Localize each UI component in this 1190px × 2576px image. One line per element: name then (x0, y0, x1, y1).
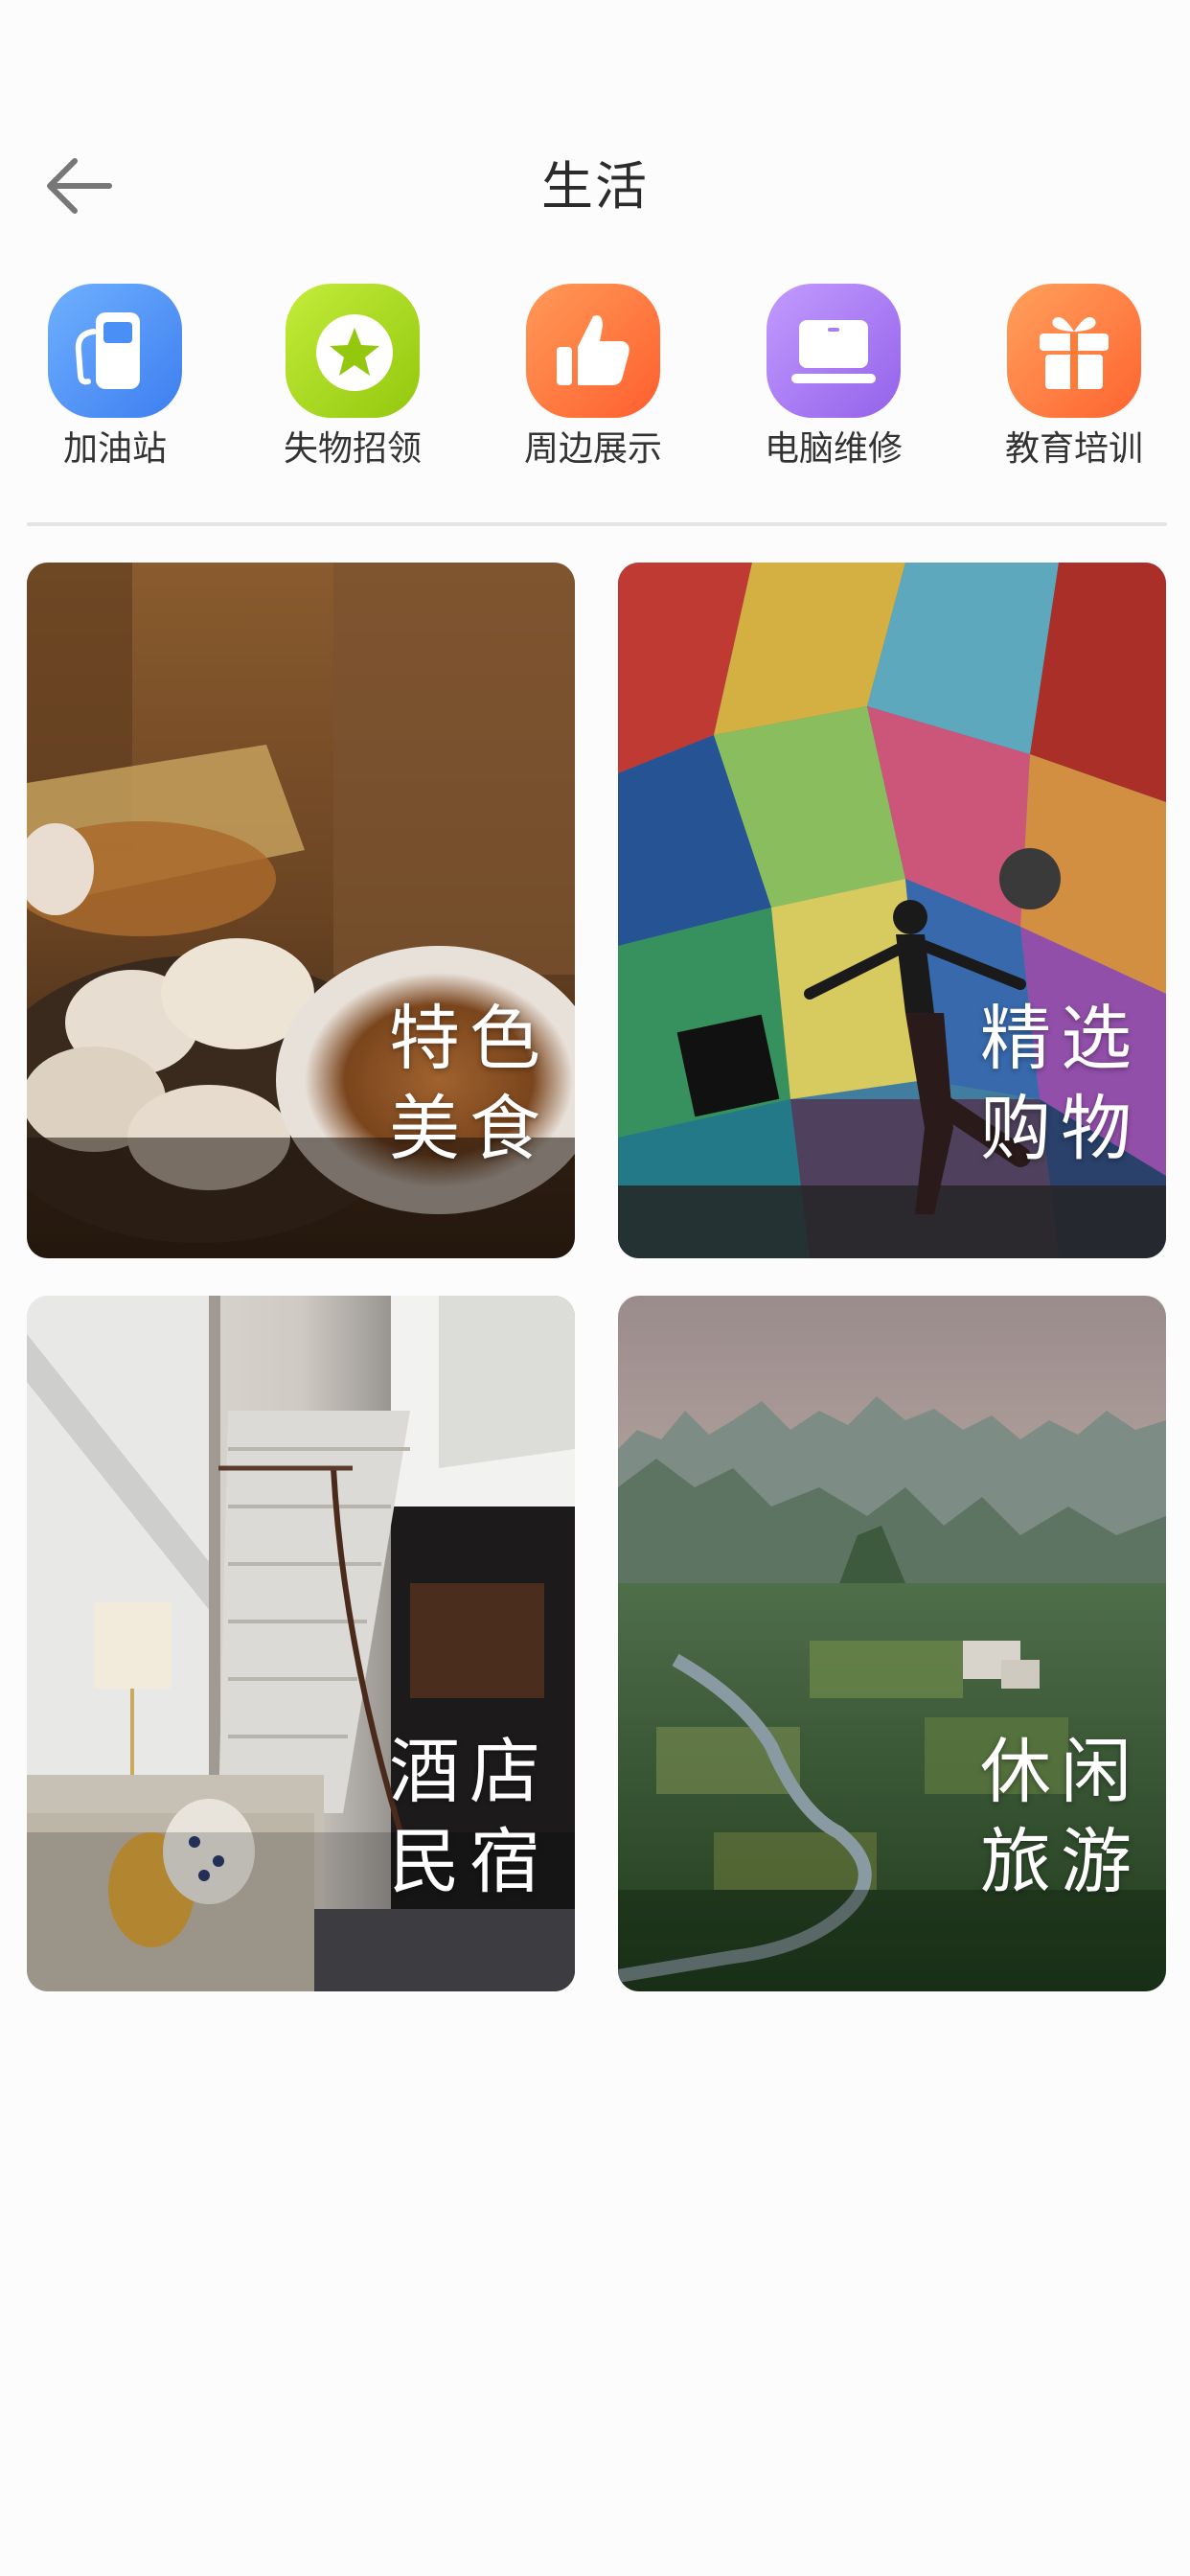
card-specialty-food[interactable]: 特色 美食 (27, 563, 575, 1258)
card-label-line2: 旅游 (980, 1821, 1141, 1903)
card-label-line1: 酒店 (389, 1731, 550, 1813)
category-label: 教育培训 (1004, 429, 1143, 469)
card-label: 休闲 旅游 (892, 1727, 1141, 1907)
divider (27, 522, 1167, 526)
card-label-line1: 特色 (389, 998, 550, 1080)
life-page: 生活 加油站 失物招领 周边展示 电脑维修 教育培训 特色 美食 精选 购物 酒… (0, 0, 1190, 2576)
category-label: 失物招领 (283, 429, 422, 469)
category-row: 加油站 失物招领 周边展示 电脑维修 教育培训 (0, 280, 1190, 491)
category-education-training[interactable]: 教育培训 (978, 280, 1170, 481)
star-badge-icon (286, 284, 420, 418)
card-label-line2: 购物 (980, 1088, 1141, 1170)
header: 生活 (0, 134, 1190, 240)
card-label: 酒店 民宿 (301, 1727, 550, 1907)
category-lost-and-found[interactable]: 失物招领 (257, 280, 448, 481)
card-label-line1: 休闲 (980, 1731, 1141, 1813)
category-nearby-showcase[interactable]: 周边展示 (497, 280, 689, 481)
category-computer-repair[interactable]: 电脑维修 (738, 280, 929, 481)
card-selected-shopping[interactable]: 精选 购物 (618, 563, 1166, 1258)
card-hotel-homestay[interactable]: 酒店 民宿 (27, 1296, 575, 1991)
laptop-icon (767, 284, 901, 418)
gas-station-icon (48, 284, 182, 418)
page-title: 生活 (541, 156, 649, 217)
card-label-line2: 民宿 (389, 1821, 550, 1903)
thumbs-up-icon (526, 284, 660, 418)
card-label-line1: 精选 (980, 998, 1141, 1080)
card-label-line2: 美食 (389, 1088, 550, 1170)
category-label: 加油站 (62, 429, 167, 469)
card-leisure-travel[interactable]: 休闲 旅游 (618, 1296, 1166, 1991)
category-gas-station[interactable]: 加油站 (19, 280, 211, 481)
card-label: 特色 美食 (301, 994, 550, 1174)
category-label: 电脑维修 (764, 429, 903, 469)
card-label: 精选 购物 (892, 994, 1141, 1174)
category-label: 周边展示 (523, 429, 662, 469)
gift-icon (1007, 284, 1141, 418)
